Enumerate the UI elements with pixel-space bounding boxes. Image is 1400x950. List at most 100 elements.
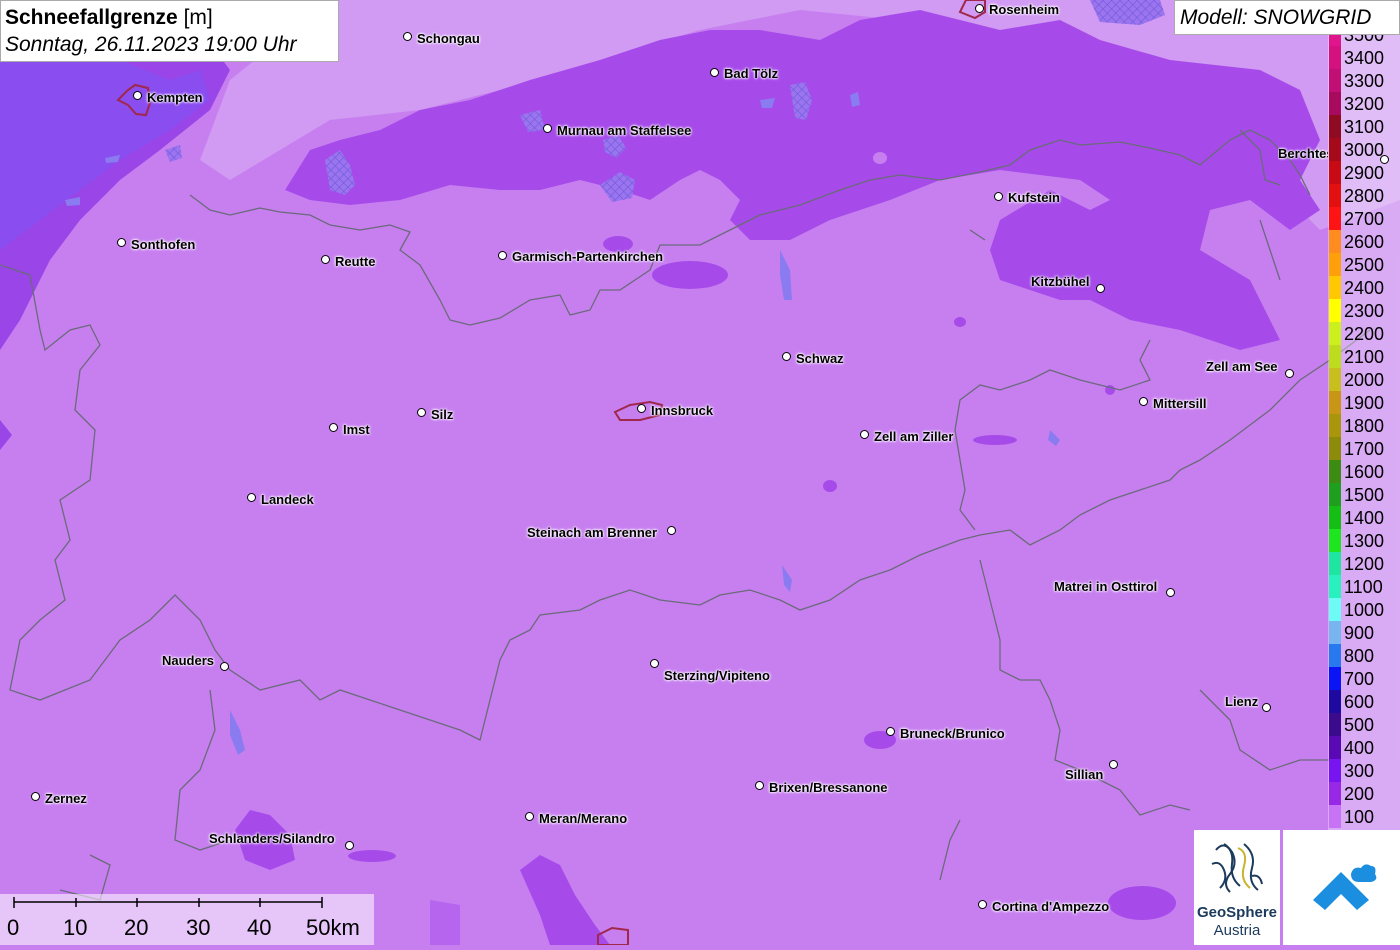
legend-swatch bbox=[1329, 207, 1341, 230]
city-marker bbox=[710, 68, 719, 77]
scale-label: 40 bbox=[247, 915, 272, 940]
city-marker bbox=[133, 91, 142, 100]
legend-label: 1900 bbox=[1344, 393, 1385, 413]
city-label: Bruneck/Brunico bbox=[900, 726, 1005, 741]
legend-row: 400 bbox=[1328, 736, 1400, 759]
legend-row: 800 bbox=[1328, 644, 1400, 667]
map-title-box: Schneefallgrenze [m] Sonntag, 26.11.2023… bbox=[0, 0, 339, 62]
legend-row: 1600 bbox=[1328, 460, 1400, 483]
legend-swatch bbox=[1329, 736, 1341, 759]
legend-label: 1400 bbox=[1344, 508, 1385, 528]
legend-swatch bbox=[1329, 115, 1341, 138]
geosphere-name: GeoSphere bbox=[1196, 904, 1278, 921]
legend-row: 2300 bbox=[1328, 299, 1400, 322]
legend-label: 3500 bbox=[1344, 35, 1385, 45]
legend-label: 300 bbox=[1344, 761, 1375, 781]
legend-row: 2700 bbox=[1328, 207, 1400, 230]
legend-label: 2600 bbox=[1344, 232, 1385, 252]
legend-label: 1100 bbox=[1344, 577, 1383, 597]
city-marker bbox=[1109, 760, 1118, 769]
city-label: Kempten bbox=[147, 90, 203, 105]
legend-label: 2100 bbox=[1344, 347, 1385, 367]
map-title: Schneefallgrenze [m] bbox=[5, 6, 213, 30]
legend-swatch bbox=[1329, 713, 1341, 736]
legend-label: 2200 bbox=[1344, 324, 1385, 344]
legend-label: 200 bbox=[1344, 784, 1375, 804]
city-marker bbox=[860, 430, 869, 439]
snowline-patch bbox=[1108, 886, 1176, 920]
city-marker bbox=[321, 255, 330, 264]
legend-swatch bbox=[1329, 299, 1341, 322]
city-marker bbox=[1096, 284, 1105, 293]
legend-row: 1800 bbox=[1328, 414, 1400, 437]
city-marker bbox=[1285, 369, 1294, 378]
legend-label: 1300 bbox=[1344, 531, 1385, 551]
city-marker bbox=[345, 841, 354, 850]
legend-swatch bbox=[1329, 35, 1341, 46]
color-legend: 3500 3400 3300 3200 3100 3000 2900 2800 2700 2600… bbox=[1328, 35, 1400, 830]
city-label: Sillian bbox=[1065, 767, 1104, 782]
legend-label: 3100 bbox=[1344, 117, 1385, 137]
legend-row: 2400 bbox=[1328, 276, 1400, 299]
legend-row: 3400 bbox=[1328, 46, 1400, 69]
legend-swatch bbox=[1329, 414, 1341, 437]
city-marker bbox=[978, 900, 987, 909]
legend-row: 1900 bbox=[1328, 391, 1400, 414]
city-marker bbox=[755, 781, 764, 790]
legend-swatch bbox=[1329, 161, 1341, 184]
city-label: Imst bbox=[343, 422, 370, 437]
city-marker bbox=[417, 408, 426, 417]
snowline-patch bbox=[348, 850, 396, 862]
legend-swatch bbox=[1329, 621, 1341, 644]
city-marker bbox=[117, 238, 126, 247]
scale-label: 0 bbox=[7, 915, 20, 940]
city-marker bbox=[31, 792, 40, 801]
city-marker bbox=[498, 251, 507, 260]
snowline-patch bbox=[823, 480, 837, 492]
legend-label: 2400 bbox=[1344, 278, 1385, 298]
legend-label: 3200 bbox=[1344, 94, 1385, 114]
map-datetime: Sonntag, 26.11.2023 19:00 Uhr bbox=[5, 33, 297, 56]
snowline-map bbox=[0, 0, 1400, 945]
geosphere-logo[interactable]: GeoSphere Austria bbox=[1194, 830, 1280, 945]
legend-label: 3300 bbox=[1344, 71, 1385, 91]
city-label: Berchtesgaden bbox=[1278, 146, 1328, 161]
city-label: Reutte bbox=[335, 254, 376, 269]
city-label: Zernez bbox=[45, 791, 87, 806]
legend-row: 3200 bbox=[1328, 92, 1400, 115]
city-marker bbox=[543, 124, 552, 133]
legend-row: 2500 bbox=[1328, 253, 1400, 276]
legend-swatch bbox=[1329, 805, 1341, 828]
legend-label: 1700 bbox=[1344, 439, 1385, 459]
snowline-patch bbox=[973, 435, 1017, 445]
legend-swatch bbox=[1329, 92, 1341, 115]
city-label: Bad Tölz bbox=[724, 66, 779, 81]
city-marker bbox=[247, 493, 256, 502]
city-label: Silz bbox=[431, 407, 454, 422]
legend-row: 1300 bbox=[1328, 529, 1400, 552]
legend-swatch bbox=[1329, 667, 1341, 690]
legend-row: 2900 bbox=[1328, 161, 1400, 184]
legend-row: 700 bbox=[1328, 667, 1400, 690]
legend-row: 300 bbox=[1328, 759, 1400, 782]
city-marker bbox=[782, 352, 791, 361]
city-label: Garmisch-Partenkirchen bbox=[512, 249, 664, 264]
geosphere-swirl-icon bbox=[1211, 843, 1263, 893]
scale-label: 30 bbox=[186, 915, 211, 940]
snowline-patch bbox=[873, 152, 887, 164]
legend-swatch bbox=[1329, 460, 1341, 483]
city-label: Schlanders/Silandro bbox=[209, 831, 335, 846]
legend-label: 400 bbox=[1344, 738, 1375, 758]
legend-label: 2900 bbox=[1344, 163, 1385, 183]
mountain-cloud-icon bbox=[1313, 864, 1377, 910]
model-label: Modell: SNOWGRID bbox=[1180, 6, 1372, 29]
legend-label: 2800 bbox=[1344, 186, 1385, 206]
legend-swatch bbox=[1329, 46, 1341, 69]
legend-row: 3100 bbox=[1328, 115, 1400, 138]
legend-label: 500 bbox=[1344, 715, 1375, 735]
legend-swatch bbox=[1329, 529, 1341, 552]
city-label: Mittersill bbox=[1153, 396, 1207, 411]
legend-row: 1000 bbox=[1328, 598, 1400, 621]
partner-logo[interactable] bbox=[1283, 830, 1400, 945]
legend-row: 600 bbox=[1328, 690, 1400, 713]
